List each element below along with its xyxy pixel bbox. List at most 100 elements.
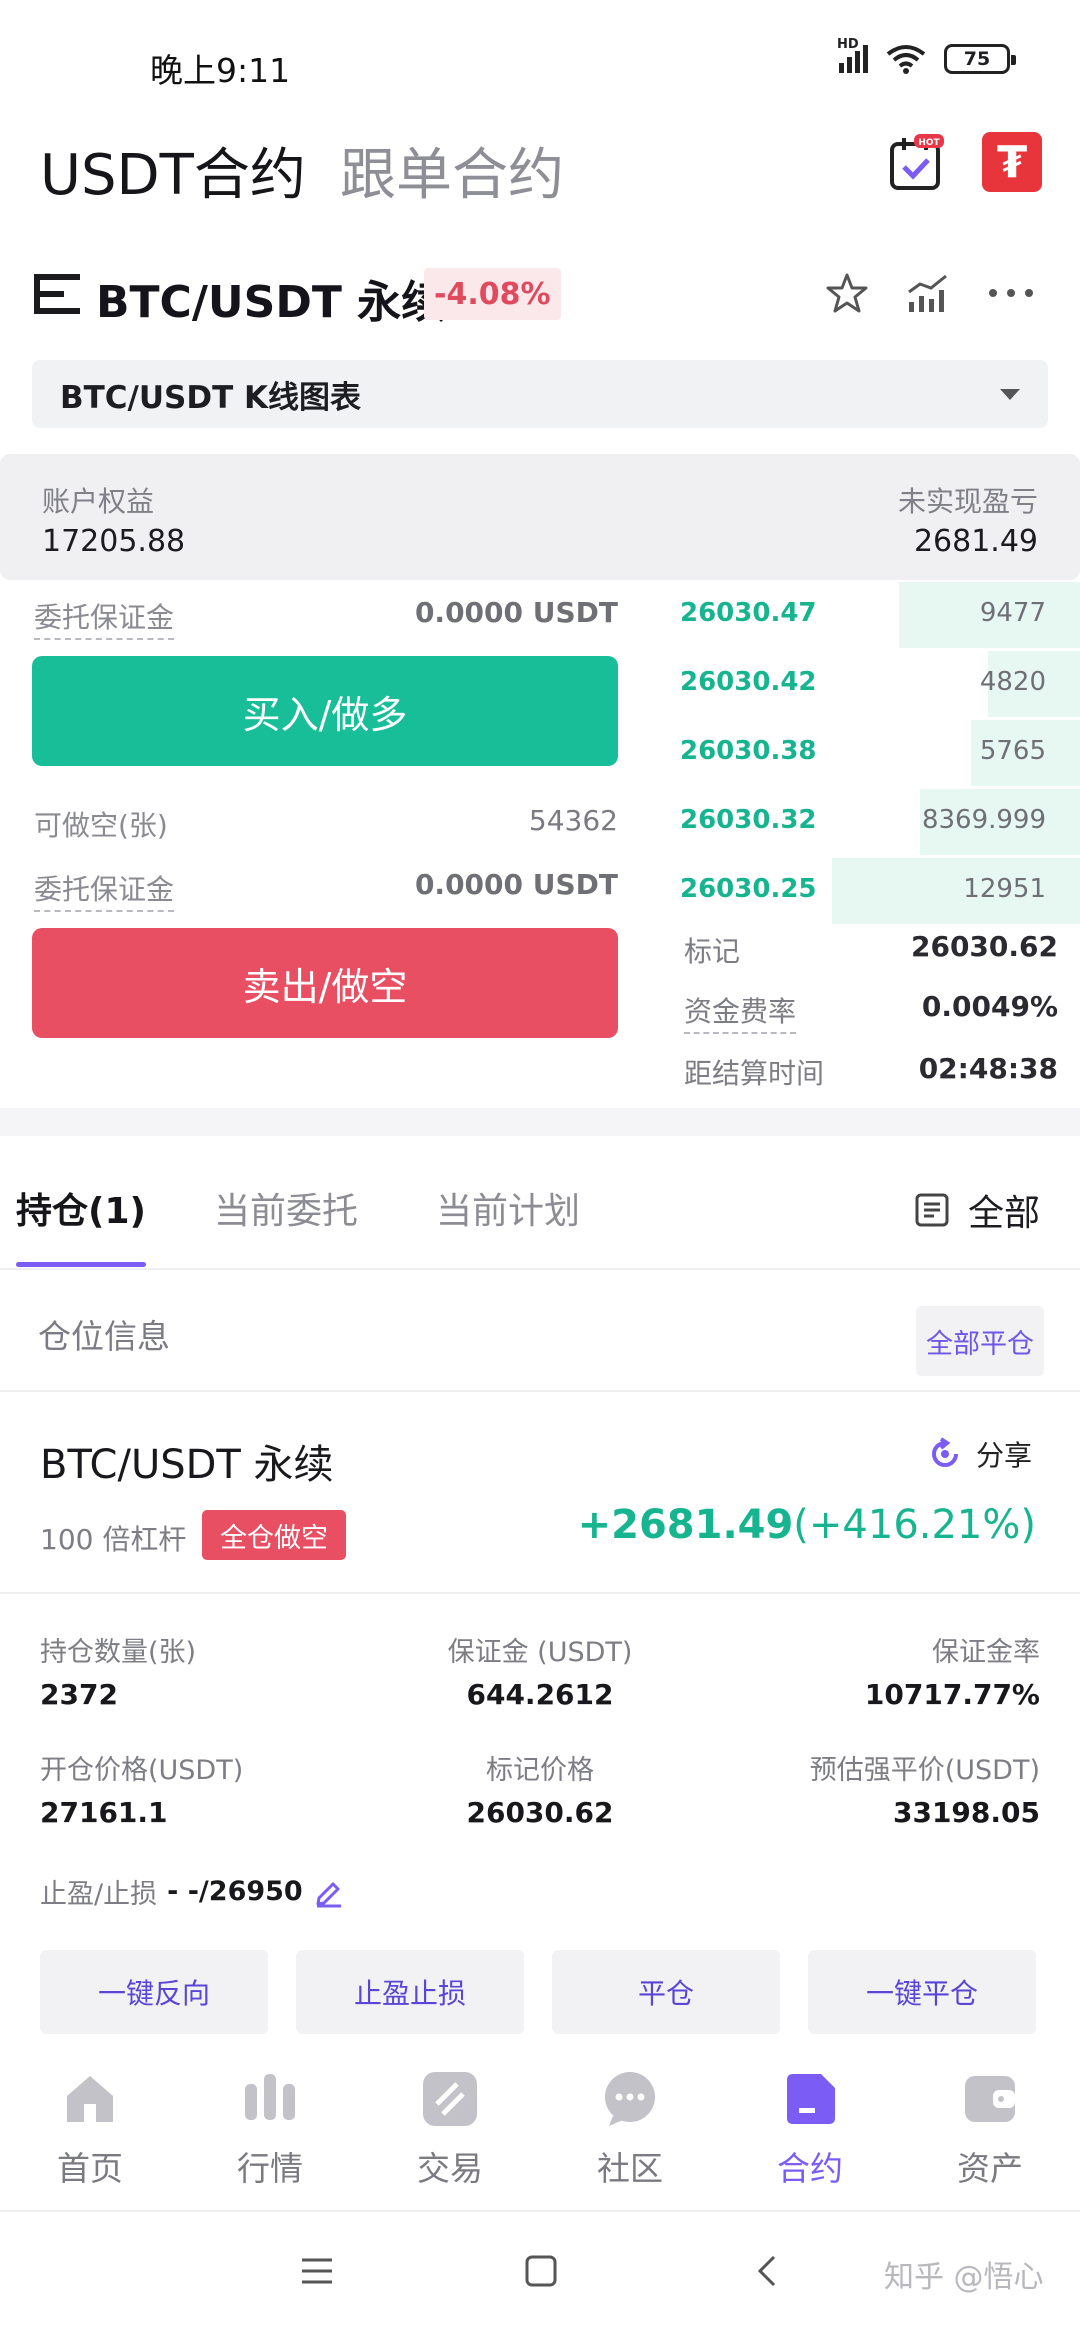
list-icon <box>915 1193 949 1227</box>
open-price-value: 27161.1 <box>40 1796 168 1829</box>
calendar-hot-icon[interactable]: HOT <box>888 134 946 192</box>
system-back-icon[interactable] <box>752 2254 782 2288</box>
order-book-qty: 12951 <box>963 874 1046 904</box>
signal-icon: HD <box>837 37 868 73</box>
pnl-value: +2681.49 <box>577 1502 794 1548</box>
pair-name[interactable]: BTC/USDT 永续 <box>96 266 445 330</box>
position-info-title: 仓位信息 <box>38 1317 170 1356</box>
system-menu-icon[interactable] <box>300 2254 334 2288</box>
funding-rate-value: 0.0049% <box>921 990 1058 1023</box>
home-icon <box>67 2076 113 2122</box>
take-profit-stop-loss-button[interactable]: 止盈止损 <box>296 1950 524 2034</box>
qty-label: 持仓数量(张) <box>40 1637 197 1668</box>
order-book-qty: 9477 <box>979 598 1046 628</box>
divider <box>0 2210 1080 2212</box>
tab-current-plans[interactable]: 当前计划 <box>436 1182 580 1234</box>
chevron-down-icon <box>1000 388 1020 400</box>
order-book-row[interactable]: 26030.25 12951 <box>660 858 1080 924</box>
more-icon[interactable] <box>986 272 1036 314</box>
edit-icon[interactable] <box>313 1876 345 1908</box>
tab-current-orders[interactable]: 当前委托 <box>214 1182 358 1234</box>
tether-logo-icon[interactable]: ₮ <box>982 132 1042 192</box>
chat-icon <box>605 2072 655 2126</box>
menu-icon[interactable] <box>34 272 80 316</box>
divider <box>0 1592 1080 1594</box>
network-label: HD <box>837 37 859 52</box>
nav-trade-label: 交易 <box>417 2149 483 2188</box>
wallet-icon <box>965 2076 1015 2122</box>
nav-markets[interactable]: 行情 <box>180 2070 360 2190</box>
one-click-close-button[interactable]: 一键平仓 <box>808 1950 1036 2034</box>
tab-copy-contract[interactable]: 跟单合约 <box>340 130 564 211</box>
star-icon[interactable] <box>826 272 868 314</box>
order-book-qty: 5765 <box>979 736 1046 766</box>
position-mode-badge: 全仓做空 <box>202 1510 346 1560</box>
tab-usdt-contract[interactable]: USDT合约 <box>40 130 306 211</box>
section-divider <box>0 1108 1080 1136</box>
order-book-price: 26030.25 <box>680 874 817 904</box>
order-book-qty: 4820 <box>979 667 1046 697</box>
buy-long-button[interactable]: 买入/做多 <box>32 656 618 766</box>
buy-margin-label[interactable]: 委托保证金 <box>34 596 175 640</box>
mark-value: 26030.62 <box>910 930 1058 963</box>
status-icons: HD 75 <box>837 37 1016 74</box>
nav-markets-label: 行情 <box>237 2149 303 2188</box>
mark-label: 标记 <box>684 935 741 968</box>
price-change-badge: -4.08% <box>424 268 561 320</box>
nav-contract[interactable]: 合约 <box>720 2070 900 2190</box>
system-home-icon[interactable] <box>524 2254 558 2288</box>
settlement-time-label: 距结算时间 <box>684 1057 825 1090</box>
tpsl-label: 止盈/止损 <box>40 1879 158 1910</box>
order-book-price: 26030.42 <box>680 667 817 697</box>
order-book-qty: 8369.999 <box>921 805 1046 835</box>
close-position-button[interactable]: 平仓 <box>552 1950 780 2034</box>
order-book-price: 26030.47 <box>680 598 817 628</box>
order-book-row[interactable]: 26030.38 5765 <box>660 720 1080 786</box>
open-price-label: 开仓价格(USDT) <box>40 1755 244 1786</box>
share-button[interactable]: 分享 <box>928 1434 1032 1474</box>
equity-value: 17205.88 <box>42 524 186 559</box>
leverage-label: 100 倍杠杆 <box>40 1523 187 1556</box>
margin-value: 644.2612 <box>466 1678 614 1711</box>
mark-price-label: 标记价格 <box>486 1755 594 1786</box>
tpsl-value: - -/26950 <box>167 1876 303 1907</box>
contract-icon <box>787 2074 835 2124</box>
hot-badge: HOT <box>918 138 940 148</box>
funding-rate-label[interactable]: 资金费率 <box>684 990 797 1034</box>
battery-icon: 75 <box>944 44 1016 74</box>
order-book-row[interactable]: 26030.32 8369.999 <box>660 789 1080 855</box>
reverse-position-button[interactable]: 一键反向 <box>40 1950 268 2034</box>
pnl-percent: (+416.21%) <box>793 1502 1036 1548</box>
tpsl-row: 止盈/止损 - -/26950 <box>40 1872 345 1911</box>
sell-short-button[interactable]: 卖出/做空 <box>32 928 618 1038</box>
buy-margin-value: 0.0000 USDT <box>414 596 618 629</box>
qty-value: 2372 <box>40 1678 118 1711</box>
close-all-button[interactable]: 全部平仓 <box>916 1306 1044 1376</box>
nav-trade[interactable]: 交易 <box>360 2070 540 2190</box>
short-available-label: 可做空(张) <box>34 809 168 842</box>
filter-all-button[interactable]: 全部 <box>914 1184 1040 1236</box>
short-available-value: 54362 <box>528 804 618 837</box>
status-time: 晚上9:11 <box>150 51 291 90</box>
liquidation-price-label: 预估强平价(USDT) <box>809 1755 1040 1786</box>
position-title: BTC/USDT 永续 <box>40 1442 334 1488</box>
order-book-row[interactable]: 26030.47 9477 <box>660 582 1080 648</box>
wifi-icon <box>886 45 926 74</box>
watermark: 知乎 @悟心 <box>884 2260 1044 2295</box>
unrealized-pnl-value: 2681.49 <box>913 524 1038 559</box>
divider <box>0 1390 1080 1392</box>
filter-all-label: 全部 <box>968 1193 1041 1234</box>
margin-label: 保证金 (USDT) <box>447 1637 633 1668</box>
tab-holdings[interactable]: 持仓(1) <box>16 1182 146 1234</box>
order-book-row[interactable]: 26030.42 4820 <box>660 651 1080 717</box>
markets-icon <box>245 2074 295 2120</box>
kline-label: BTC/USDT K线图表 <box>60 379 362 416</box>
margin-rate-label: 保证金率 <box>932 1637 1040 1668</box>
sell-margin-label[interactable]: 委托保证金 <box>34 868 175 912</box>
nav-community[interactable]: 社区 <box>540 2070 720 2190</box>
nav-assets[interactable]: 资产 <box>900 2070 1080 2190</box>
chart-icon[interactable] <box>906 272 950 314</box>
nav-home[interactable]: 首页 <box>0 2070 180 2190</box>
kline-chart-selector[interactable]: BTC/USDT K线图表 <box>32 360 1048 428</box>
equity-label: 账户权益 <box>42 485 155 518</box>
